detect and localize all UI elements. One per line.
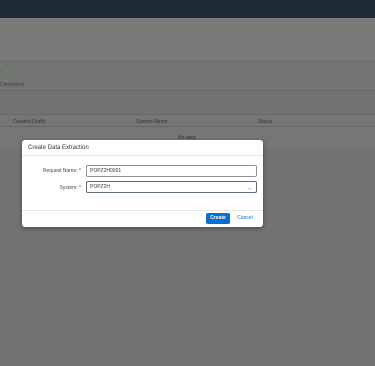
dialog-header-divider — [22, 155, 263, 156]
progress-strip — [0, 60, 375, 91]
system-label-text: System: — [59, 185, 78, 191]
chevron-down-icon[interactable]: ⌵ — [247, 184, 252, 194]
step-label: Completed — [0, 82, 25, 88]
create-button[interactable]: Create — [206, 213, 230, 224]
column-header-status: Status — [258, 119, 273, 125]
shell-bar — [0, 0, 375, 18]
request-name-value: POPZ2H0001 — [90, 168, 122, 174]
create-data-extraction-dialog: Create Data Extraction Request Name: * P… — [22, 140, 263, 227]
required-mark: * — [79, 168, 81, 174]
dialog-title: Create Data Extraction — [28, 145, 89, 151]
request-name-label: Request Name: * — [1, 168, 81, 174]
request-name-input[interactable]: POPZ2H0001 — [86, 165, 257, 177]
page-header — [0, 18, 375, 60]
table-header-divider — [0, 126, 375, 127]
system-label: System: * — [1, 185, 81, 191]
column-header-created-drafts: Created Drafts — [13, 119, 46, 125]
request-name-label-text: Request Name: — [42, 168, 78, 174]
cancel-button[interactable]: Cancel — [234, 213, 256, 224]
column-header-system-name: System Name — [136, 119, 168, 125]
required-mark: * — [79, 185, 81, 191]
system-value: POPZ2H — [90, 184, 111, 190]
system-select[interactable]: POPZ2H ⌵ — [86, 181, 257, 193]
dialog-footer-divider — [22, 210, 263, 211]
